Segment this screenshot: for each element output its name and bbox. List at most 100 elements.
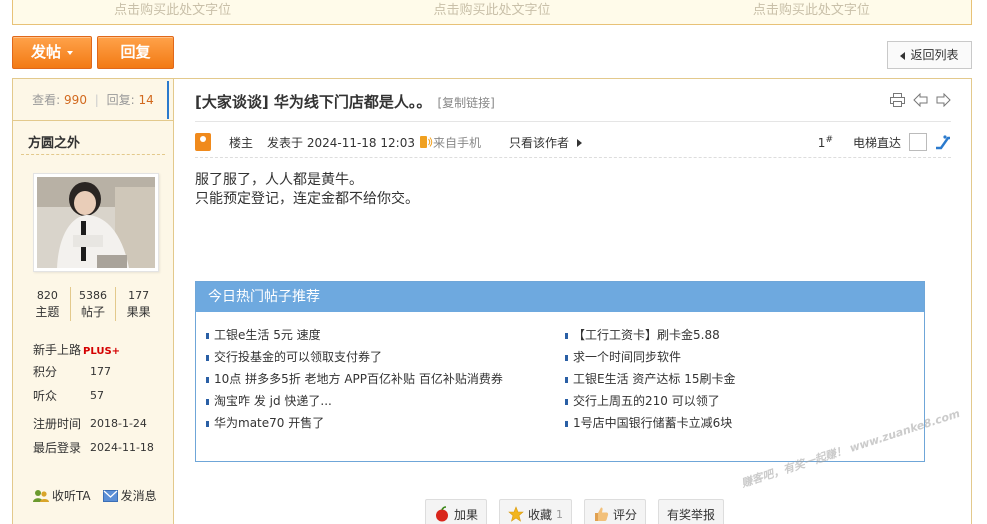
apple-icon — [436, 506, 448, 522]
mobile-icon — [419, 136, 433, 148]
listeners-value[interactable]: 57 — [90, 384, 104, 408]
from-mobile[interactable]: 来自手机 — [433, 134, 481, 151]
hot-thread-link[interactable]: 工银e生活 5元 速度 — [206, 324, 565, 346]
count-label: 主题 — [35, 305, 60, 319]
count-posts[interactable]: 5386 帖子 — [69, 287, 116, 321]
hot-threads-panel: 今日热门帖子推荐 工银e生活 5元 速度 交行投基金的可以领取支付券了 10点 … — [195, 281, 925, 462]
user-rank: 新手上路 PLUS+ — [33, 341, 173, 358]
last-login-row: 最后登录 2024-11-18 — [33, 436, 173, 460]
hot-thread-link[interactable]: 求一个时间同步软件 — [565, 346, 924, 368]
reply-button[interactable]: 回复 — [97, 36, 174, 69]
hot-thread-link[interactable]: 1号店中国银行储蓄卡立减6块 — [565, 412, 924, 434]
follow-button[interactable]: 收听TA — [33, 487, 91, 504]
star-icon — [508, 506, 524, 522]
report-label: 有奖举报 — [667, 507, 716, 522]
views-count: 990 — [64, 93, 87, 107]
hot-column-right: 【工行工资卡】刷卡金5.88 求一个时间同步软件 工银E生活 资产达标 15刷卡… — [565, 324, 924, 434]
avatar[interactable] — [33, 173, 159, 272]
arrow-left-icon — [900, 51, 906, 60]
points-row: 积分 177 — [33, 360, 173, 384]
divider: | — [94, 93, 99, 107]
copy-link[interactable]: [复制链接] — [437, 96, 494, 110]
ad-slot[interactable]: 点击购买此处文字位 — [652, 0, 971, 24]
hot-threads-list: 工银e生活 5元 速度 交行投基金的可以领取支付券了 10点 拼多多5折 老地方… — [196, 312, 924, 434]
add-score-label: 加果 — [454, 507, 479, 522]
divider — [195, 121, 951, 122]
floor-number[interactable]: 1# — [818, 135, 833, 150]
add-score-button[interactable]: 加果 — [425, 499, 488, 524]
thread-stats: 查看: 990 | 回复: 14 — [13, 79, 173, 121]
message-button[interactable]: 发消息 — [102, 487, 157, 504]
count-value: 820 — [36, 289, 58, 302]
content-line: 服了服了，人人都是黄牛。 — [195, 172, 363, 188]
accent-bar — [167, 81, 170, 119]
follow-label: 收听TA — [52, 489, 91, 503]
report-button[interactable]: 有奖举报 — [658, 499, 725, 524]
divider — [195, 157, 951, 158]
only-author-label: 只看该作者 — [508, 135, 569, 150]
new-post-button[interactable]: 发帖 — [12, 36, 92, 69]
favorite-count: 1 — [556, 507, 564, 521]
author-name[interactable]: 方圆之外 — [21, 121, 165, 155]
hot-threads-title: 今日热门帖子推荐 — [196, 282, 924, 312]
caret-down-icon — [67, 50, 73, 55]
count-fruits[interactable]: 177 果果 — [115, 287, 161, 321]
thread-title: [大家谈谈] 华为线下门店都是人。。 — [195, 93, 432, 111]
avatar-image — [37, 177, 155, 268]
post-meta: 楼主 发表于 2024-11-18 12:03 来自手机 只看该作者 1# 电梯… — [195, 131, 951, 153]
listeners-row: 听众 57 — [33, 384, 173, 408]
hot-thread-link[interactable]: 交行上周五的210 可以领了 — [565, 390, 924, 412]
views-label: 查看: — [32, 93, 61, 107]
plus-badge: PLUS+ — [83, 346, 121, 357]
message-label: 发消息 — [120, 489, 157, 503]
next-thread-icon[interactable] — [936, 93, 951, 107]
count-label: 帖子 — [81, 305, 106, 319]
back-label: 返回列表 — [910, 48, 959, 62]
print-icon[interactable] — [890, 93, 905, 107]
floor-tools: 1# 电梯直达 — [818, 133, 951, 151]
hot-thread-link[interactable]: 10点 拼多多5折 老地方 APP百亿补贴 百亿补贴消费券 — [206, 368, 565, 390]
hot-thread-link[interactable]: 工银E生活 资产达标 15刷卡金 — [565, 368, 924, 390]
replies-label: 回复: — [106, 93, 135, 107]
favorite-button[interactable]: 收藏 1 — [499, 499, 573, 524]
ad-slot[interactable]: 点击购买此处文字位 — [13, 0, 332, 24]
count-topics[interactable]: 820 主题 — [25, 287, 70, 321]
rate-button[interactable]: 评分 — [584, 499, 647, 524]
ad-bar: 点击购买此处文字位 点击购买此处文字位 点击购买此处文字位 — [12, 0, 972, 25]
count-value: 5386 — [79, 289, 107, 302]
content-line: 只能预定登记，连定金都不给你交。 — [195, 191, 419, 207]
hot-thread-link[interactable]: 交行投基金的可以领取支付券了 — [206, 346, 565, 368]
hot-thread-link[interactable]: 【工行工资卡】刷卡金5.88 — [565, 324, 924, 346]
rank-label[interactable]: 新手上路 — [33, 343, 81, 357]
listeners-label: 听众 — [33, 389, 58, 403]
back-to-list-button[interactable]: 返回列表 — [887, 41, 972, 69]
favorite-label: 收藏 — [528, 507, 553, 522]
replies-count: 14 — [138, 93, 154, 107]
arrow-right-icon — [577, 139, 582, 147]
count-label: 果果 — [126, 305, 151, 319]
jump-label: 电梯直达 — [852, 135, 901, 150]
host-icon — [195, 133, 211, 151]
author-sidebar: 查看: 990 | 回复: 14 方圆之外 820 主题 5386 帖子 177… — [13, 79, 174, 524]
last-login-value: 2024-11-18 — [90, 441, 154, 454]
register-value: 2018-1-24 — [90, 417, 147, 430]
only-author-link[interactable]: 只看该作者 — [509, 134, 582, 151]
escalator-icon[interactable] — [935, 134, 951, 150]
host-label: 楼主 — [229, 135, 254, 150]
author-actions: 收听TA 发消息 — [33, 487, 157, 504]
post-actions: 加果 收藏 1 评分 有奖举报 — [425, 499, 725, 524]
ad-slot[interactable]: 点击购买此处文字位 — [332, 0, 651, 24]
thread-title-row: [大家谈谈] 华为线下门店都是人。。 [复制链接] — [195, 91, 495, 112]
jump-floor-input[interactable] — [909, 133, 927, 151]
hot-column-left: 工银e生活 5元 速度 交行投基金的可以领取支付券了 10点 拼多多5折 老地方… — [206, 324, 565, 434]
rate-label: 评分 — [613, 507, 638, 522]
author-counts: 820 主题 5386 帖子 177 果果 — [25, 287, 161, 321]
last-login-label: 最后登录 — [33, 441, 82, 455]
points-label: 积分 — [33, 365, 58, 379]
hot-thread-link[interactable]: 淘宝咋 发 jd 快递了... — [206, 390, 565, 412]
post-main: [大家谈谈] 华为线下门店都是人。。 [复制链接] 楼主 发表于 2024-11-… — [167, 79, 971, 524]
prev-thread-icon[interactable] — [913, 93, 928, 107]
hot-thread-link[interactable]: 华为mate70 开售了 — [206, 412, 565, 434]
users-icon — [33, 489, 49, 502]
count-value: 177 — [128, 289, 150, 302]
